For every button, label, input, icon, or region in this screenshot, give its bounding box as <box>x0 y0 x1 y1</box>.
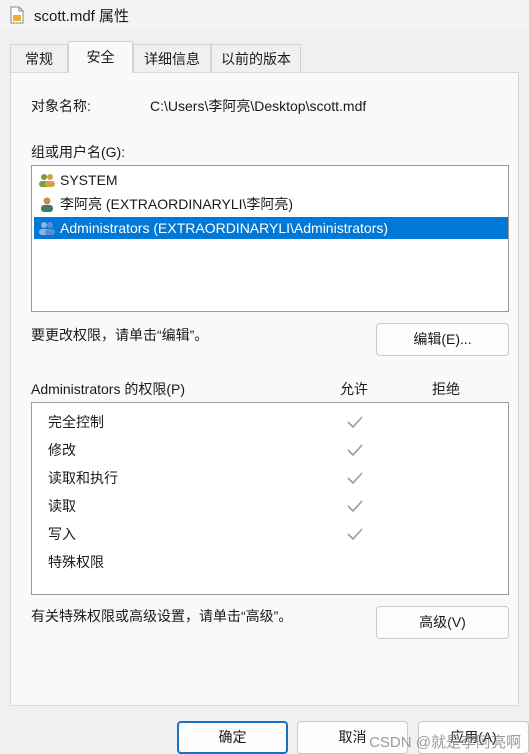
permissions-list: 完全控制 修改 读取和执行 读取 写入 特殊权限 <box>31 402 509 595</box>
edit-hint: 要更改权限，请单击“编辑”。 <box>31 327 209 343</box>
list-item-selected[interactable]: Administrators (EXTRAORDINARYLI\Administ… <box>34 217 508 239</box>
user-name: Administrators (EXTRAORDINARYLI\Administ… <box>60 220 389 236</box>
watermark: CSDN @就是李阿亮啊 <box>369 734 521 751</box>
permission-row: 完全控制 <box>48 408 488 436</box>
window-title: scott.mdf 属性 <box>34 8 130 25</box>
object-name-value: C:\Users\李阿亮\Desktop\scott.mdf <box>150 98 367 114</box>
title-bar: scott.mdf 属性 <box>0 0 529 30</box>
allow-check-icon <box>347 444 363 457</box>
deny-column-label: 拒绝 <box>432 381 460 397</box>
user-name: SYSTEM <box>60 172 118 188</box>
permission-name: 读取 <box>48 498 76 514</box>
file-icon <box>10 6 24 24</box>
security-panel: 对象名称: C:\Users\李阿亮\Desktop\scott.mdf 组或用… <box>10 72 519 706</box>
user-name: 李阿亮 (EXTRAORDINARYLI\李阿亮) <box>60 196 294 212</box>
permissions-header: Administrators 的权限(P) <box>31 381 186 397</box>
permission-name: 读取和执行 <box>48 470 118 486</box>
user-icon <box>41 197 53 212</box>
list-item[interactable]: SYSTEM <box>34 169 508 191</box>
permission-name: 修改 <box>48 442 76 458</box>
user-group-icon <box>39 222 55 235</box>
permission-name: 特殊权限 <box>48 554 104 570</box>
permission-row: 读取和执行 <box>48 464 488 492</box>
object-name-label: 对象名称: <box>31 98 91 114</box>
permission-name: 写入 <box>48 526 76 542</box>
list-item[interactable]: 李阿亮 (EXTRAORDINARYLI\李阿亮) <box>34 193 508 215</box>
allow-check-icon <box>347 500 363 513</box>
allow-column-label: 允许 <box>340 381 368 397</box>
advanced-hint: 有关特殊权限或高级设置，请单击“高级”。 <box>31 608 293 624</box>
allow-check-icon <box>347 528 363 541</box>
groups-label: 组或用户名(G): <box>31 144 126 160</box>
tab-general[interactable]: 常规 <box>10 44 68 72</box>
permission-row: 修改 <box>48 436 488 464</box>
advanced-button[interactable]: 高级(V) <box>376 606 509 639</box>
user-group-icon <box>39 174 55 187</box>
tab-previous-versions[interactable]: 以前的版本 <box>211 44 301 72</box>
ok-button[interactable]: 确定 <box>177 721 288 754</box>
allow-check-icon <box>347 472 363 485</box>
permission-name: 完全控制 <box>48 414 104 430</box>
permission-row: 特殊权限 <box>48 548 488 576</box>
groups-listbox[interactable]: SYSTEM 李阿亮 (EXTRAORDINARYLI\李阿亮) Adminis… <box>31 165 509 312</box>
tab-details[interactable]: 详细信息 <box>133 44 211 72</box>
dialog-footer: 确定 取消 应用(A) CSDN @就是李阿亮啊 <box>0 706 529 754</box>
tab-security[interactable]: 安全 <box>68 41 133 73</box>
permission-row: 读取 <box>48 492 488 520</box>
edit-button[interactable]: 编辑(E)... <box>376 323 509 356</box>
allow-check-icon <box>347 416 363 429</box>
permission-row: 写入 <box>48 520 488 548</box>
